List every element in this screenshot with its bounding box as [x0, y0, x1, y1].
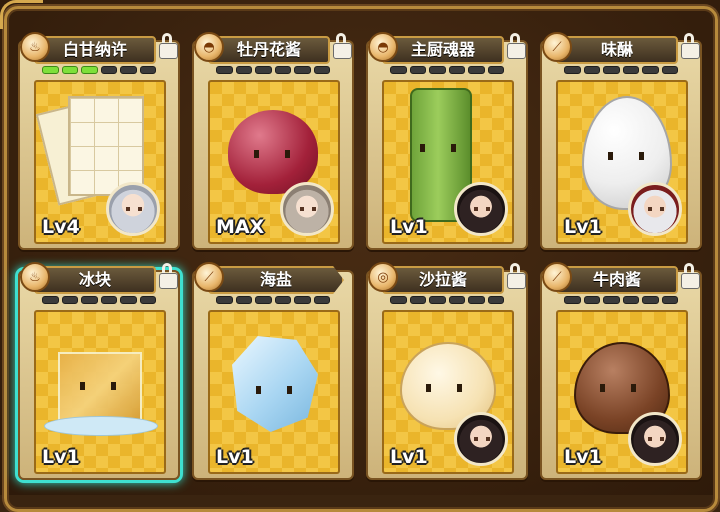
teacup-icon: ♨	[20, 262, 50, 292]
ingredient-card[interactable]: 牡丹花酱 ◓ MAX	[192, 32, 354, 250]
ingredient-art: MAX	[208, 80, 340, 244]
card-title: 冰块	[34, 266, 156, 294]
ingredient-card[interactable]: 牛肉酱 ⟋ Lv1	[540, 262, 702, 480]
chef-avatar[interactable]	[628, 182, 682, 236]
card-title: 白甘纳许	[34, 36, 156, 64]
level-progress	[390, 296, 504, 304]
card-title: 海盐	[208, 266, 344, 294]
level-progress	[564, 66, 678, 74]
level-progress	[216, 66, 330, 74]
card-title-bar: 冰块 ♨	[18, 262, 180, 294]
salt-crystal-creature	[232, 336, 318, 432]
creature-eyes	[420, 144, 456, 152]
card-title: 牡丹花酱	[208, 36, 330, 64]
ingredient-art: Lv1	[208, 310, 340, 474]
chef-avatar[interactable]	[280, 182, 334, 236]
card-level: Lv1	[42, 446, 80, 468]
lock-icon[interactable]	[158, 32, 178, 60]
card-title-bar: 海盐 ⟋	[192, 262, 354, 294]
card-level: Lv1	[564, 216, 602, 238]
card-level: Lv4	[42, 216, 80, 238]
ingredient-art: Lv1	[382, 80, 514, 244]
card-title-bar: 味醂 ⟋	[540, 32, 702, 64]
level-progress	[390, 66, 504, 74]
ingredient-art: Lv4	[34, 80, 166, 244]
ingredient-card[interactable]: 海盐 ⟋ Lv1	[192, 262, 354, 480]
card-level: MAX	[216, 216, 265, 238]
paper-creature-front	[68, 96, 144, 196]
chef-avatar[interactable]	[454, 412, 508, 466]
chef-avatar[interactable]	[454, 182, 508, 236]
card-title: 味醂	[556, 36, 678, 64]
ingredient-art: Lv1	[556, 80, 688, 244]
card-title-bar: 牛肉酱 ⟋	[540, 262, 702, 294]
lock-icon[interactable]	[506, 262, 526, 290]
ingredient-card-selected[interactable]: 冰块 ♨ Lv1	[18, 262, 180, 480]
creature-eyes	[608, 152, 644, 160]
teacup-icon: ♨	[20, 32, 50, 62]
plate-icon: ◎	[368, 262, 398, 292]
lock-icon[interactable]	[506, 32, 526, 60]
ingredient-card[interactable]: 白甘纳许 ♨ Lv4	[18, 32, 180, 250]
ice-puddle	[44, 416, 158, 436]
skewer-icon: ⟋	[542, 262, 572, 292]
ingredient-art: Lv1	[382, 310, 514, 474]
bread-icon: ◓	[194, 32, 224, 62]
card-level: Lv1	[390, 446, 428, 468]
creature-eyes	[600, 384, 636, 392]
corner-ornament	[0, 0, 43, 29]
card-title-bar: 主厨魂器 ◓	[366, 32, 528, 64]
lock-icon[interactable]	[158, 262, 178, 290]
card-title: 沙拉酱	[382, 266, 504, 294]
card-title-bar: 牡丹花酱 ◓	[192, 32, 354, 64]
level-progress	[42, 66, 156, 74]
card-title-bar: 沙拉酱 ◎	[366, 262, 528, 294]
lock-icon[interactable]	[332, 32, 352, 60]
skewer-icon: ⟋	[542, 32, 572, 62]
creature-eyes	[80, 382, 116, 390]
card-title: 牛肉酱	[556, 266, 678, 294]
creature-eyes	[426, 384, 462, 392]
lock-icon[interactable]	[680, 262, 700, 290]
level-progress	[564, 296, 678, 304]
lock-icon[interactable]	[680, 32, 700, 60]
creature-eyes	[256, 386, 292, 394]
card-level: Lv1	[216, 446, 254, 468]
card-level: Lv1	[390, 216, 428, 238]
bread-icon: ◓	[368, 32, 398, 62]
creature-eyes	[254, 150, 290, 158]
card-title: 主厨魂器	[382, 36, 504, 64]
level-progress	[216, 296, 330, 304]
ingredient-art: Lv1	[556, 310, 688, 474]
level-progress	[42, 296, 156, 304]
card-title-bar: 白甘纳许 ♨	[18, 32, 180, 64]
chef-avatar[interactable]	[628, 412, 682, 466]
ingredient-art: Lv1	[34, 310, 166, 474]
skewer-icon: ⟋	[194, 262, 224, 292]
ingredient-card[interactable]: 主厨魂器 ◓ Lv1	[366, 32, 528, 250]
ingredient-card[interactable]: 沙拉酱 ◎ Lv1	[366, 262, 528, 480]
card-level: Lv1	[564, 446, 602, 468]
chef-avatar[interactable]	[106, 182, 160, 236]
ingredient-card[interactable]: 味醂 ⟋ Lv1	[540, 32, 702, 250]
